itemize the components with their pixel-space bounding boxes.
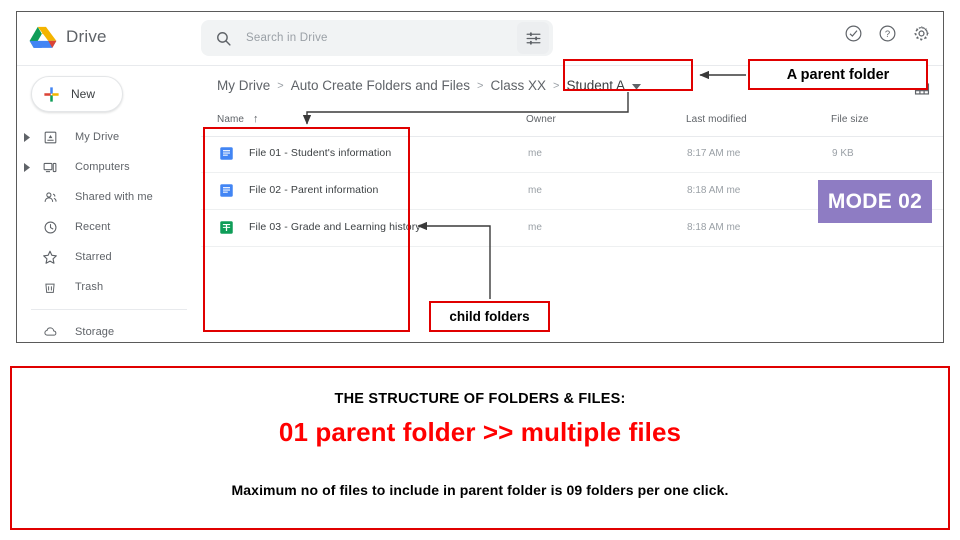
tune-filter-icon: [525, 30, 542, 47]
sidebar-item-label: Storage: [75, 326, 114, 338]
column-header-owner[interactable]: Owner: [526, 114, 556, 125]
annotation-label-child-folders: child folders: [429, 301, 550, 332]
top-bar-actions: ?: [844, 24, 931, 43]
question-mark-circle-icon[interactable]: ?: [878, 24, 897, 43]
annotation-label-parent-folder: A parent folder: [748, 59, 928, 90]
summary-headline: 01 parent folder >> multiple files: [12, 417, 948, 448]
mode-badge: MODE 02: [818, 180, 932, 223]
sidebar-item-computers[interactable]: Computers: [17, 152, 201, 182]
breadcrumb-separator: >: [553, 80, 559, 92]
file-owner: me: [528, 222, 542, 233]
summary-title: THE STRUCTURE OF FOLDERS & FILES:: [12, 391, 948, 407]
drive-brand[interactable]: Drive: [29, 24, 107, 49]
star-icon: [39, 246, 61, 268]
sidebar-item-label: Starred: [75, 251, 112, 263]
sidebar: New My Drive: [17, 66, 201, 342]
search-bar[interactable]: [201, 20, 553, 56]
chevron-right-icon[interactable]: [19, 133, 35, 142]
column-header-last-modified[interactable]: Last modified: [686, 114, 747, 125]
sidebar-item-label: Trash: [75, 281, 103, 293]
new-button[interactable]: New: [31, 76, 123, 112]
drive-top-bar: Drive: [17, 12, 943, 66]
sidebar-item-storage[interactable]: Storage: [17, 317, 201, 343]
sidebar-divider: [31, 309, 187, 310]
column-header-name[interactable]: Name: [217, 114, 244, 125]
column-header-file-size[interactable]: File size: [831, 114, 869, 125]
drive-brand-label: Drive: [66, 27, 107, 47]
svg-text:?: ?: [885, 29, 890, 40]
summary-note: Maximum no of files to include in parent…: [12, 482, 948, 498]
drive-triangle-logo-icon: [29, 24, 57, 49]
file-last-modified: 8:18 AM me: [687, 185, 740, 196]
sidebar-item-shared-with-me[interactable]: Shared with me: [17, 182, 201, 212]
search-input[interactable]: [244, 31, 508, 45]
sidebar-item-label: Computers: [75, 161, 130, 173]
sort-ascending-icon[interactable]: ↑: [253, 113, 259, 125]
annotation-box-parent-folder: [563, 59, 693, 91]
breadcrumb-separator: >: [277, 80, 283, 92]
file-owner: me: [528, 185, 542, 196]
file-last-modified: 8:17 AM me: [687, 148, 740, 159]
plus-icon: [42, 85, 61, 104]
breadcrumb-separator: >: [477, 80, 483, 92]
file-size: 9 KB: [832, 148, 854, 159]
cloud-icon: [39, 321, 61, 343]
sidebar-item-starred[interactable]: Starred: [17, 242, 201, 272]
sidebar-item-label: My Drive: [75, 131, 119, 143]
clock-icon: [39, 216, 61, 238]
search-options-button[interactable]: [517, 22, 549, 54]
annotation-box-child-folders: [203, 127, 410, 332]
structure-summary-panel: THE STRUCTURE OF FOLDERS & FILES: 01 par…: [10, 366, 950, 530]
my-drive-icon: [39, 126, 61, 148]
trash-icon: [39, 276, 61, 298]
check-circle-icon[interactable]: [844, 24, 863, 43]
sidebar-item-recent[interactable]: Recent: [17, 212, 201, 242]
new-button-label: New: [71, 87, 95, 101]
breadcrumb-item-class-xx[interactable]: Class XX: [490, 78, 546, 93]
breadcrumb-item-my-drive[interactable]: My Drive: [217, 78, 270, 93]
file-last-modified: 8:18 AM me: [687, 222, 740, 233]
people-icon: [39, 186, 61, 208]
sidebar-item-label: Recent: [75, 221, 110, 233]
search-icon: [215, 30, 232, 47]
sidebar-nav: My Drive Computers: [17, 122, 201, 343]
sidebar-item-label: Shared with me: [75, 191, 153, 203]
chevron-right-icon[interactable]: [19, 163, 35, 172]
gear-icon[interactable]: [912, 24, 931, 43]
file-owner: me: [528, 148, 542, 159]
computer-icon: [39, 156, 61, 178]
breadcrumb-item-auto-create-folders-and-files[interactable]: Auto Create Folders and Files: [291, 78, 470, 93]
sidebar-item-my-drive[interactable]: My Drive: [17, 122, 201, 152]
sidebar-item-trash[interactable]: Trash: [17, 272, 201, 302]
